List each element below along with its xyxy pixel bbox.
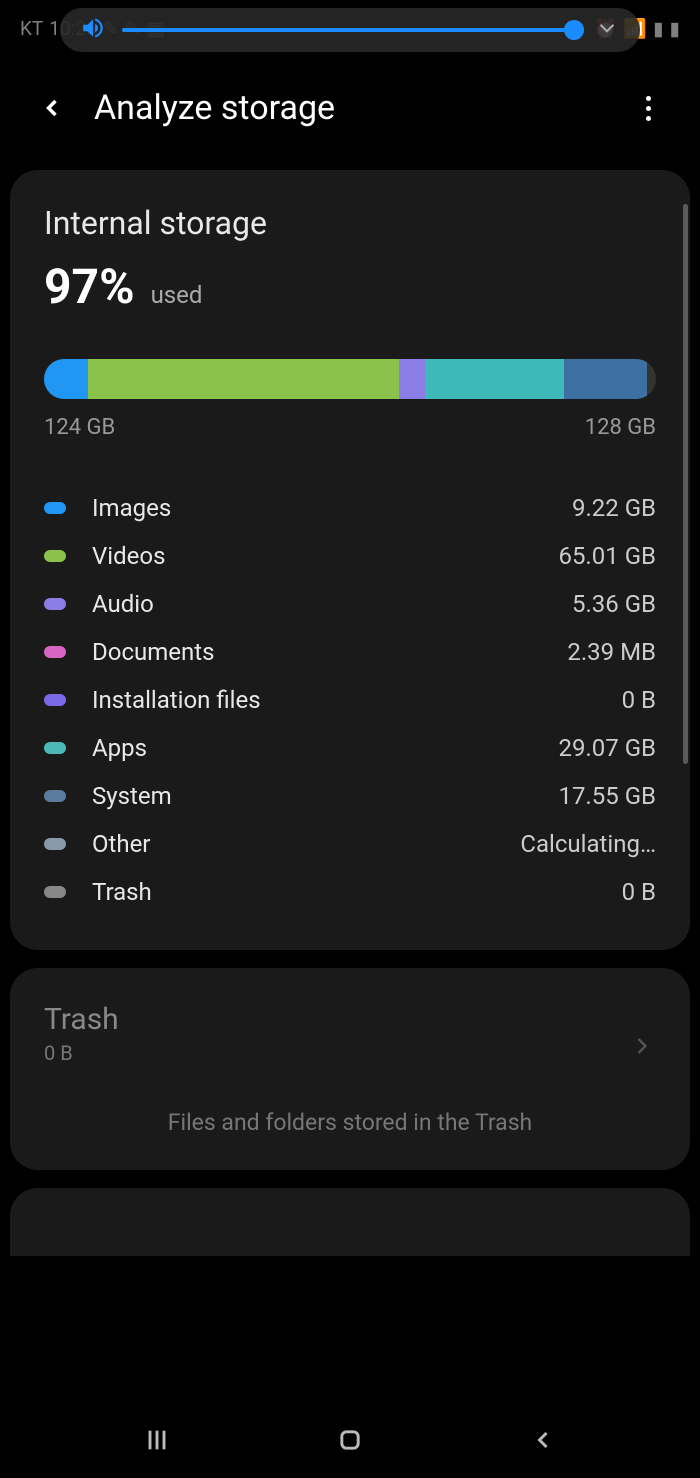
carrier-label: KT [20,17,43,40]
volume-icon [80,15,106,46]
category-row[interactable]: Other Calculating… [44,820,656,868]
category-size: 5.36 GB [572,590,656,618]
category-dot [44,886,66,898]
nav-bar [0,1402,700,1478]
category-label: Images [92,494,171,522]
category-label: Documents [92,638,215,666]
storage-segment [425,359,564,399]
category-row[interactable]: Trash 0 B [44,868,656,916]
signal-icon: ▮ [653,17,663,40]
category-dot [44,502,66,514]
next-card-peek[interactable] [10,1188,690,1256]
percent-value: 97% [44,258,135,315]
category-size: 2.39 MB [567,638,656,666]
category-size: 0 B [622,686,656,714]
storage-labels: 124 GB 128 GB [44,415,656,440]
category-label: Installation files [92,686,261,714]
category-dot [44,694,66,706]
category-row[interactable]: Videos 65.01 GB [44,532,656,580]
scroll-indicator[interactable] [683,204,688,764]
storage-segment [564,359,648,399]
chevron-right-icon [628,1032,656,1064]
category-row[interactable]: Apps 29.07 GB [44,724,656,772]
app-header: Analyze storage [0,56,700,170]
category-label: Videos [92,542,165,570]
more-icon [646,96,651,121]
storage-title: Internal storage [44,204,656,242]
home-button[interactable] [320,1410,380,1470]
category-row[interactable]: Audio 5.36 GB [44,580,656,628]
total-gb: 128 GB [585,415,656,440]
category-list: Images 9.22 GB Videos 65.01 GB Audio 5.3… [44,484,656,916]
category-dot [44,646,66,658]
storage-segment [44,359,88,399]
recents-button[interactable] [127,1410,187,1470]
category-label: System [92,782,172,810]
trash-card[interactable]: Trash 0 B Files and folders stored in th… [10,968,690,1170]
category-label: Trash [92,878,152,906]
volume-thumb[interactable] [564,20,584,40]
more-button[interactable] [626,86,670,130]
back-nav-button[interactable] [513,1410,573,1470]
chevron-down-icon[interactable] [594,15,620,46]
storage-bar [44,359,656,399]
internal-storage-card: Internal storage 97% used 124 GB 128 GB … [10,170,690,950]
volume-slider[interactable] [60,8,640,52]
category-row[interactable]: Images 9.22 GB [44,484,656,532]
used-label: used [151,281,203,309]
category-size: Calculating… [520,830,656,858]
trash-title: Trash [44,1002,656,1037]
category-dot [44,550,66,562]
category-dot [44,742,66,754]
page-title: Analyze storage [94,88,335,128]
category-size: 17.55 GB [558,782,656,810]
category-dot [44,790,66,802]
category-label: Apps [92,734,147,762]
category-row[interactable]: Documents 2.39 MB [44,628,656,676]
category-size: 0 B [622,878,656,906]
category-size: 65.01 GB [558,542,656,570]
category-label: Audio [92,590,154,618]
back-button[interactable] [30,86,74,130]
category-row[interactable]: Installation files 0 B [44,676,656,724]
volume-track[interactable] [122,28,574,32]
storage-segment [88,359,399,399]
percent-row: 97% used [44,258,656,315]
category-label: Other [92,830,150,858]
status-bar: KT 10:26 ✎ ✎ ▦ ⏰ 📶 ▮ ▮ [0,0,700,56]
battery-icon: ▮ [670,17,680,40]
category-size: 29.07 GB [558,734,656,762]
used-gb: 124 GB [44,415,115,440]
category-row[interactable]: System 17.55 GB [44,772,656,820]
trash-size: 0 B [44,1041,656,1065]
trash-desc: Files and folders stored in the Trash [44,1109,656,1136]
category-size: 9.22 GB [572,494,656,522]
category-dot [44,838,66,850]
storage-segment [399,359,425,399]
category-dot [44,598,66,610]
